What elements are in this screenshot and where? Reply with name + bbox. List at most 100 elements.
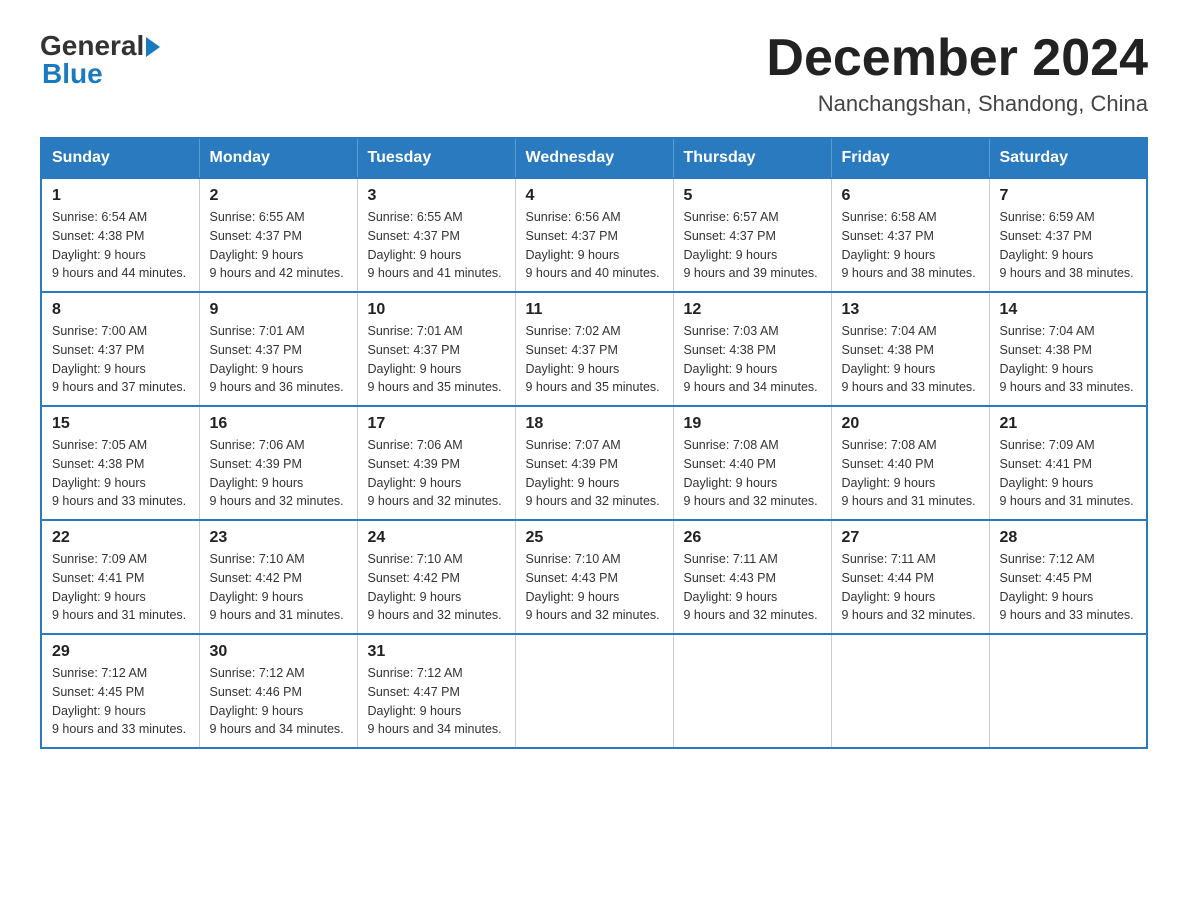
day-number: 8 [52,301,189,319]
day-info: Sunrise: 7:06 AMSunset: 4:39 PMDaylight:… [210,438,344,508]
calendar-cell: 24 Sunrise: 7:10 AMSunset: 4:42 PMDayligh… [357,520,515,634]
day-number: 19 [684,415,821,433]
logo-arrow-icon [146,37,160,57]
calendar-cell: 5 Sunrise: 6:57 AMSunset: 4:37 PMDaylight… [673,178,831,292]
day-number: 26 [684,529,821,547]
calendar-cell [831,634,989,748]
calendar-cell: 29 Sunrise: 7:12 AMSunset: 4:45 PMDayligh… [41,634,199,748]
location: Nanchangshan, Shandong, China [766,91,1148,117]
calendar-week-row: 15 Sunrise: 7:05 AMSunset: 4:38 PMDayligh… [41,406,1147,520]
day-number: 28 [1000,529,1137,547]
month-title: December 2024 [766,30,1148,87]
day-number: 4 [526,187,663,205]
day-info: Sunrise: 7:03 AMSunset: 4:38 PMDaylight:… [684,324,818,394]
day-number: 31 [368,643,505,661]
calendar-cell: 23 Sunrise: 7:10 AMSunset: 4:42 PMDayligh… [199,520,357,634]
calendar-cell: 11 Sunrise: 7:02 AMSunset: 4:37 PMDayligh… [515,292,673,406]
header-monday: Monday [199,138,357,178]
day-number: 3 [368,187,505,205]
day-number: 9 [210,301,347,319]
calendar-cell: 6Sunrise: 6:58 AMSunset: 4:37 PMDaylight… [831,178,989,292]
header-tuesday: Tuesday [357,138,515,178]
day-number: 1 [52,187,189,205]
day-number: 24 [368,529,505,547]
calendar-week-row: 1Sunrise: 6:54 AMSunset: 4:38 PMDaylight… [41,178,1147,292]
header-thursday: Thursday [673,138,831,178]
day-info: Sunrise: 7:06 AMSunset: 4:39 PMDaylight:… [368,438,502,508]
day-info: Sunrise: 7:12 AMSunset: 4:45 PMDaylight:… [52,666,186,736]
day-info: Sunrise: 7:10 AMSunset: 4:43 PMDaylight:… [526,552,660,622]
header-friday: Friday [831,138,989,178]
day-info: Sunrise: 7:07 AMSunset: 4:39 PMDaylight:… [526,438,660,508]
calendar-cell: 12 Sunrise: 7:03 AMSunset: 4:38 PMDayligh… [673,292,831,406]
day-number: 27 [842,529,979,547]
day-info: Sunrise: 7:12 AMSunset: 4:47 PMDaylight:… [368,666,502,736]
calendar-cell: 8 Sunrise: 7:00 AMSunset: 4:37 PMDaylight… [41,292,199,406]
header-sunday: Sunday [41,138,199,178]
day-info: Sunrise: 7:04 AMSunset: 4:38 PMDaylight:… [1000,324,1134,394]
calendar-cell: 14 Sunrise: 7:04 AMSunset: 4:38 PMDayligh… [989,292,1147,406]
day-number: 21 [1000,415,1137,433]
day-info: Sunrise: 7:09 AMSunset: 4:41 PMDaylight:… [52,552,186,622]
day-info: Sunrise: 6:59 AMSunset: 4:37 PMDaylight:… [1000,210,1134,280]
day-info: Sunrise: 7:08 AMSunset: 4:40 PMDaylight:… [842,438,976,508]
calendar-cell: 19Sunrise: 7:08 AMSunset: 4:40 PMDayligh… [673,406,831,520]
calendar-cell: 10 Sunrise: 7:01 AMSunset: 4:37 PMDayligh… [357,292,515,406]
calendar-cell: 15 Sunrise: 7:05 AMSunset: 4:38 PMDayligh… [41,406,199,520]
day-info: Sunrise: 7:12 AMSunset: 4:45 PMDaylight:… [1000,552,1134,622]
calendar-cell: 26Sunrise: 7:11 AMSunset: 4:43 PMDayligh… [673,520,831,634]
calendar-cell: 27Sunrise: 7:11 AMSunset: 4:44 PMDayligh… [831,520,989,634]
calendar-cell: 1Sunrise: 6:54 AMSunset: 4:38 PMDaylight… [41,178,199,292]
logo: General Blue [40,30,160,90]
calendar-cell: 3Sunrise: 6:55 AMSunset: 4:37 PMDaylight… [357,178,515,292]
calendar-cell [989,634,1147,748]
calendar-week-row: 29 Sunrise: 7:12 AMSunset: 4:45 PMDayligh… [41,634,1147,748]
calendar-cell: 30 Sunrise: 7:12 AMSunset: 4:46 PMDayligh… [199,634,357,748]
day-number: 13 [842,301,979,319]
day-number: 30 [210,643,347,661]
day-number: 12 [684,301,821,319]
day-number: 7 [1000,187,1137,205]
page-header: General Blue December 2024 Nanchangshan,… [40,30,1148,117]
calendar-cell: 16 Sunrise: 7:06 AMSunset: 4:39 PMDayligh… [199,406,357,520]
logo-blue-text: Blue [40,58,103,90]
day-number: 14 [1000,301,1137,319]
calendar-cell: 28 Sunrise: 7:12 AMSunset: 4:45 PMDayligh… [989,520,1147,634]
day-info: Sunrise: 7:05 AMSunset: 4:38 PMDaylight:… [52,438,186,508]
day-info: Sunrise: 7:02 AMSunset: 4:37 PMDaylight:… [526,324,660,394]
calendar-cell: 4 Sunrise: 6:56 AMSunset: 4:37 PMDaylight… [515,178,673,292]
day-info: Sunrise: 6:56 AMSunset: 4:37 PMDaylight:… [526,210,660,280]
day-number: 29 [52,643,189,661]
calendar-cell: 2Sunrise: 6:55 AMSunset: 4:37 PMDaylight… [199,178,357,292]
day-number: 10 [368,301,505,319]
header-saturday: Saturday [989,138,1147,178]
day-info: Sunrise: 7:00 AMSunset: 4:37 PMDaylight:… [52,324,186,394]
day-number: 22 [52,529,189,547]
calendar-header-row: SundayMondayTuesdayWednesdayThursdayFrid… [41,138,1147,178]
calendar-cell: 31 Sunrise: 7:12 AMSunset: 4:47 PMDayligh… [357,634,515,748]
calendar-cell [515,634,673,748]
day-info: Sunrise: 7:04 AMSunset: 4:38 PMDaylight:… [842,324,976,394]
calendar-cell: 7 Sunrise: 6:59 AMSunset: 4:37 PMDaylight… [989,178,1147,292]
day-info: Sunrise: 7:09 AMSunset: 4:41 PMDaylight:… [1000,438,1134,508]
day-number: 11 [526,301,663,319]
day-info: Sunrise: 7:01 AMSunset: 4:37 PMDaylight:… [210,324,344,394]
day-number: 23 [210,529,347,547]
day-info: Sunrise: 7:10 AMSunset: 4:42 PMDaylight:… [368,552,502,622]
day-number: 20 [842,415,979,433]
day-number: 17 [368,415,505,433]
day-info: Sunrise: 7:01 AMSunset: 4:37 PMDaylight:… [368,324,502,394]
day-info: Sunrise: 6:57 AMSunset: 4:37 PMDaylight:… [684,210,818,280]
day-number: 15 [52,415,189,433]
calendar-cell: 13 Sunrise: 7:04 AMSunset: 4:38 PMDayligh… [831,292,989,406]
day-info: Sunrise: 7:10 AMSunset: 4:42 PMDaylight:… [210,552,344,622]
day-number: 16 [210,415,347,433]
calendar-cell: 9 Sunrise: 7:01 AMSunset: 4:37 PMDaylight… [199,292,357,406]
day-number: 5 [684,187,821,205]
calendar-cell: 25 Sunrise: 7:10 AMSunset: 4:43 PMDayligh… [515,520,673,634]
day-info: Sunrise: 7:12 AMSunset: 4:46 PMDaylight:… [210,666,344,736]
day-number: 25 [526,529,663,547]
calendar-week-row: 22 Sunrise: 7:09 AMSunset: 4:41 PMDayligh… [41,520,1147,634]
title-area: December 2024 Nanchangshan, Shandong, Ch… [766,30,1148,117]
day-info: Sunrise: 6:58 AMSunset: 4:37 PMDaylight:… [842,210,976,280]
